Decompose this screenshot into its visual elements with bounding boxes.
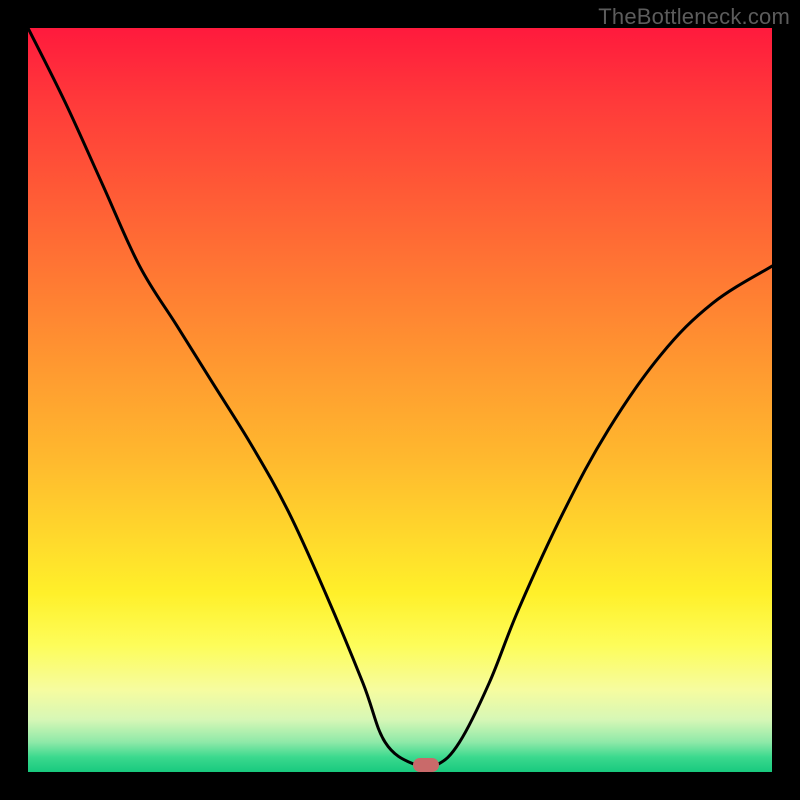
bottleneck-curve bbox=[28, 28, 772, 768]
plot-area bbox=[28, 28, 772, 772]
optimum-marker bbox=[413, 758, 439, 772]
curve-svg bbox=[28, 28, 772, 772]
chart-frame: TheBottleneck.com bbox=[0, 0, 800, 800]
watermark-text: TheBottleneck.com bbox=[598, 4, 790, 30]
